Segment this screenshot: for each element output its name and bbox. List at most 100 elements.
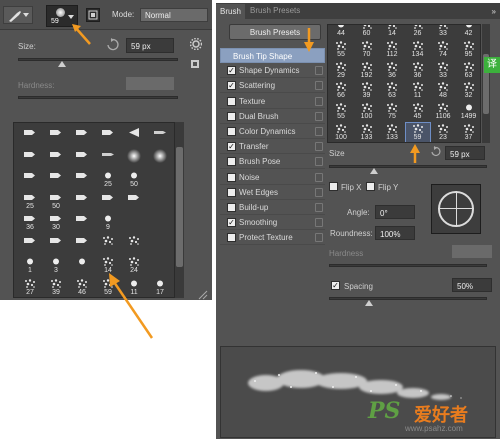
brush-tip[interactable]: 42: [457, 25, 481, 39]
size-slider-thumb[interactable]: [370, 168, 378, 174]
size-slider[interactable]: [18, 58, 178, 61]
brush-tip[interactable]: 1499: [457, 102, 481, 122]
brush-preset[interactable]: [69, 190, 95, 214]
brush-preset[interactable]: [43, 233, 69, 257]
brush-tip[interactable]: 37: [457, 123, 481, 142]
brush-option-wet-edges[interactable]: Wet Edges: [220, 185, 325, 200]
resize-grip-icon[interactable]: [198, 290, 208, 300]
translate-side-tab[interactable]: 译: [484, 57, 500, 73]
lock-icon[interactable]: [315, 218, 323, 228]
option-checkbox[interactable]: ✓: [227, 142, 236, 152]
brush-preset[interactable]: [121, 147, 147, 171]
brush-preset[interactable]: [121, 233, 147, 257]
brush-tip[interactable]: 134: [406, 40, 430, 60]
brush-preset[interactable]: [147, 211, 173, 235]
lock-icon[interactable]: [315, 157, 323, 167]
hardness-slider[interactable]: [329, 264, 487, 267]
lock-icon[interactable]: [315, 111, 323, 121]
brush-tip[interactable]: 29: [329, 61, 353, 81]
brush-tip[interactable]: 26: [406, 25, 430, 39]
brush-preset[interactable]: 25: [17, 190, 43, 214]
option-checkbox[interactable]: ✓: [227, 81, 236, 91]
brush-tip[interactable]: 48: [431, 81, 455, 101]
brush-tip[interactable]: 45: [406, 102, 430, 122]
brush-option-smoothing[interactable]: ✓ Smoothing: [220, 215, 325, 231]
option-checkbox[interactable]: ✓: [227, 218, 236, 228]
brush-tip[interactable]: 63: [380, 81, 404, 101]
option-checkbox[interactable]: [227, 172, 236, 182]
brush-preset[interactable]: 50: [43, 190, 69, 214]
brush-tip[interactable]: 133: [380, 123, 404, 142]
lock-icon[interactable]: [315, 172, 323, 182]
brush-preset[interactable]: [121, 190, 147, 214]
brush-preset[interactable]: 36: [17, 211, 43, 235]
brush-tip[interactable]: 36: [380, 61, 404, 81]
brush-option-scattering[interactable]: ✓ Scattering: [220, 78, 325, 94]
brush-preset[interactable]: [17, 168, 43, 192]
brush-preset[interactable]: 1: [17, 254, 43, 278]
option-checkbox[interactable]: [227, 111, 236, 121]
option-checkbox[interactable]: [227, 96, 236, 106]
brush-tip[interactable]: 60: [355, 25, 379, 39]
brush-preset[interactable]: [147, 125, 173, 149]
brush-tip[interactable]: 75: [380, 102, 404, 122]
brush-preset[interactable]: 27: [17, 276, 43, 298]
brush-preset[interactable]: [147, 233, 173, 257]
brush-preset[interactable]: [43, 168, 69, 192]
hardness-slider[interactable]: [18, 96, 178, 99]
brush-preset[interactable]: 3: [43, 254, 69, 278]
brush-tip[interactable]: 33: [431, 25, 455, 39]
hardness-field[interactable]: [126, 77, 174, 90]
brush-preset[interactable]: 39: [43, 276, 69, 298]
brush-preset[interactable]: 50: [121, 168, 147, 192]
brush-tip[interactable]: 70: [355, 40, 379, 60]
brush-preset[interactable]: 25: [95, 168, 121, 192]
lock-icon[interactable]: [315, 142, 323, 152]
brush-preset[interactable]: [43, 125, 69, 149]
brush-preset[interactable]: 30: [43, 211, 69, 235]
angle-roundness-widget[interactable]: [431, 184, 481, 234]
tab-brush-presets[interactable]: Brush Presets: [250, 6, 300, 15]
brush-preset[interactable]: [17, 147, 43, 171]
brush-tip[interactable]: 55: [329, 102, 353, 122]
brush-option-shape-dynamics[interactable]: ✓ Shape Dynamics: [220, 63, 325, 79]
brush-tip[interactable]: 66: [329, 81, 353, 101]
brush-option-brush-pose[interactable]: Brush Pose: [220, 154, 325, 170]
brush-option-texture[interactable]: Texture: [220, 94, 325, 109]
size-slider-thumb[interactable]: [58, 61, 66, 67]
brush-tip[interactable]: 192: [355, 61, 379, 81]
lock-icon[interactable]: [315, 203, 323, 212]
brush-option-dual-brush[interactable]: Dual Brush: [220, 109, 325, 124]
hardness-field[interactable]: [452, 245, 492, 258]
brush-preset[interactable]: [147, 190, 173, 214]
brush-preset[interactable]: [43, 147, 69, 171]
brush-preset[interactable]: [147, 168, 173, 192]
brush-preset[interactable]: [69, 168, 95, 192]
brush-preset[interactable]: [121, 125, 147, 149]
spacing-slider-thumb[interactable]: [365, 300, 373, 306]
panel-menu-icon[interactable]: »: [492, 7, 496, 16]
option-checkbox[interactable]: [227, 233, 236, 243]
brush-tip[interactable]: 112: [380, 40, 404, 60]
size-field[interactable]: 59 px: [445, 146, 485, 160]
brush-option-build-up[interactable]: Build-up: [220, 200, 325, 215]
flip-y-checkbox[interactable]: [366, 182, 375, 191]
brush-preset[interactable]: [95, 190, 121, 214]
brush-tip[interactable]: 23: [431, 123, 455, 142]
brush-preset[interactable]: [69, 211, 95, 235]
tip-scrollbar[interactable]: [482, 24, 490, 143]
lock-icon[interactable]: [315, 127, 323, 136]
spacing-field[interactable]: 50%: [452, 278, 492, 292]
brush-tip[interactable]: 39: [355, 81, 379, 101]
brush-tip[interactable]: 95: [457, 40, 481, 60]
option-checkbox[interactable]: [227, 127, 236, 136]
brush-preset[interactable]: [69, 254, 95, 278]
brush-tip[interactable]: 55: [329, 40, 353, 60]
brush-tip[interactable]: 100: [355, 102, 379, 122]
gear-icon[interactable]: [190, 38, 202, 50]
toggle-brush-panel-icon[interactable]: [86, 8, 100, 22]
brush-preset[interactable]: [17, 125, 43, 149]
brush-tip[interactable]: 133: [355, 123, 379, 142]
preset-scrollbar[interactable]: [175, 122, 184, 298]
brush-option-color-dynamics[interactable]: Color Dynamics: [220, 124, 325, 139]
